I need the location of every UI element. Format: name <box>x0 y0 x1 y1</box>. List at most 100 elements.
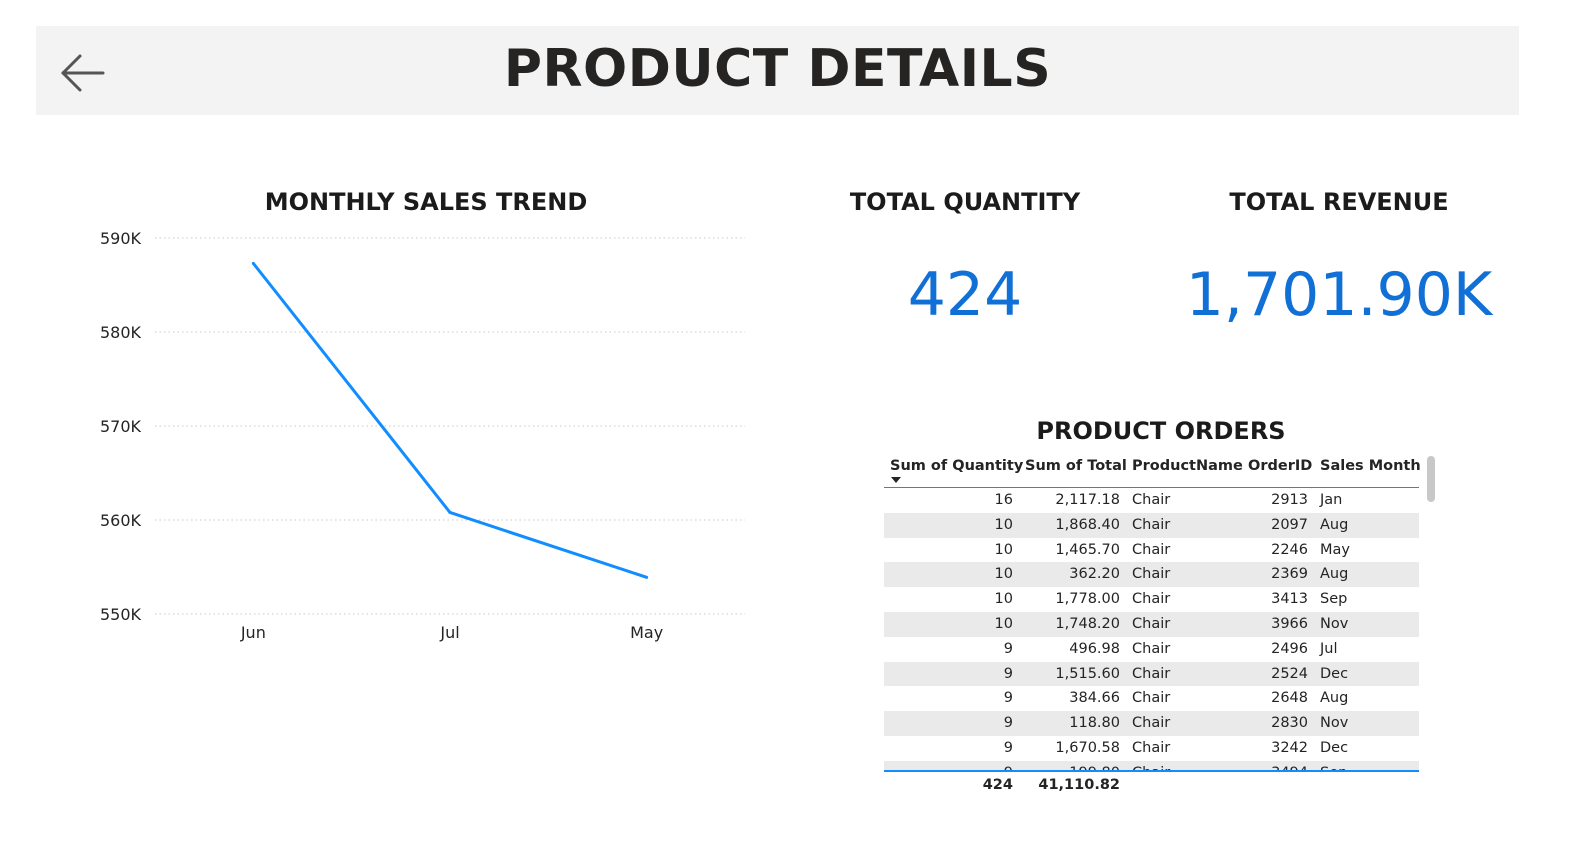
y-tick-label: 590K <box>100 229 142 248</box>
cell-total: 1,868.40 <box>1055 516 1120 533</box>
cell-total: 496.98 <box>1069 640 1120 657</box>
cell-total: 1,748.20 <box>1055 615 1120 632</box>
total-quantity-value: 424 <box>907 260 1023 330</box>
data-point[interactable] <box>645 575 649 579</box>
cell-sales-month: Aug <box>1320 516 1349 533</box>
table-row[interactable]: 9 1,670.58 Chair 3242 Dec <box>884 736 1419 761</box>
table-scrollbar[interactable] <box>1427 456 1435 502</box>
cell-product-name: Chair <box>1132 665 1171 682</box>
monthly-sales-trend-chart[interactable]: 550K 560K 570K 580K 590K Jun Jul May <box>80 222 760 652</box>
cell-sales-month: May <box>1320 541 1350 558</box>
cell-product-name: Chair <box>1132 640 1171 657</box>
cell-quantity: 10 <box>994 541 1013 558</box>
data-point[interactable] <box>251 261 255 265</box>
table-row[interactable]: 9 496.98 Chair 2496 Jul <box>884 637 1419 662</box>
product-orders-table[interactable]: Sum of Quantity Sum of Total ProductName… <box>884 452 1421 797</box>
cell-sales-month: Dec <box>1320 739 1349 756</box>
cell-order-id: 3966 <box>1271 615 1308 632</box>
cell-product-name: Chair <box>1132 690 1171 707</box>
table-totals-row: 424 41,110.82 <box>884 773 1419 797</box>
total-quantity-title: TOTAL QUANTITY <box>849 188 1081 216</box>
page-header: PRODUCT DETAILS <box>36 26 1519 115</box>
total-revenue-title: TOTAL REVENUE <box>1229 188 1449 216</box>
table-row[interactable]: 10 362.20 Chair 2369 Aug <box>884 562 1419 588</box>
page-title: PRODUCT DETAILS <box>503 39 1052 99</box>
totals-divider <box>884 770 1419 772</box>
cell-total: 118.80 <box>1069 715 1120 732</box>
cell-order-id: 2648 <box>1271 690 1308 707</box>
data-point[interactable] <box>448 510 452 514</box>
cell-total: 1,670.58 <box>1055 739 1120 756</box>
cell-quantity: 9 <box>1003 715 1013 732</box>
cell-quantity: 10 <box>994 615 1013 632</box>
cell-order-id: 2524 <box>1271 665 1308 682</box>
cell-order-id: 2830 <box>1271 715 1308 732</box>
cell-order-id: 2496 <box>1271 640 1308 657</box>
cell-order-id: 3413 <box>1271 591 1308 608</box>
sort-descending-icon <box>891 477 901 483</box>
total-sum-cell: 41,110.82 <box>1038 777 1120 793</box>
cell-total: 1,515.60 <box>1055 665 1120 682</box>
column-header-product-name[interactable]: ProductName <box>1132 458 1243 474</box>
x-tick-label: Jul <box>439 623 459 642</box>
table-row[interactable]: 9 1,515.60 Chair 2524 Dec <box>884 661 1419 687</box>
cell-sales-month: Dec <box>1320 665 1349 682</box>
cell-total: 384.66 <box>1069 690 1120 707</box>
column-header-sales-month[interactable]: Sales Month <box>1320 458 1421 474</box>
cell-sales-month: Aug <box>1320 690 1349 707</box>
cell-product-name: Chair <box>1132 591 1171 608</box>
product-orders-title: PRODUCT ORDERS <box>1036 417 1286 445</box>
cell-order-id: 2097 <box>1271 516 1308 533</box>
cell-quantity: 10 <box>994 566 1013 583</box>
cell-sales-month: Jan <box>1320 492 1343 508</box>
table-row[interactable]: 9 384.66 Chair 2648 Aug <box>884 686 1419 711</box>
y-tick-label: 580K <box>100 323 142 342</box>
cell-order-id: 2913 <box>1271 492 1308 508</box>
cell-quantity: 9 <box>1003 739 1013 756</box>
cell-quantity: 9 <box>1003 665 1013 682</box>
table-row[interactable]: 10 1,868.40 Chair 2097 Aug <box>884 512 1419 538</box>
table-row[interactable]: 9 118.80 Chair 2830 Nov <box>884 711 1419 736</box>
cell-sales-month: Sep <box>1320 591 1348 608</box>
cell-quantity: 9 <box>1003 640 1013 657</box>
total-revenue-value: 1,701.90K <box>1185 260 1493 330</box>
cell-total: 2,117.18 <box>1055 492 1120 508</box>
cell-product-name: Chair <box>1132 566 1171 583</box>
y-tick-label: 570K <box>100 417 142 436</box>
cell-sales-month: Nov <box>1320 615 1349 632</box>
cell-sales-month: Jul <box>1320 640 1338 657</box>
x-tick-label: Jun <box>240 623 266 642</box>
cell-total: 362.20 <box>1069 566 1120 583</box>
y-tick-label: 560K <box>100 511 142 530</box>
cell-order-id: 2246 <box>1271 541 1308 558</box>
sales-trend-line[interactable] <box>252 262 648 579</box>
table-header: Sum of Quantity Sum of Total ProductName… <box>884 452 1421 488</box>
y-tick-label: 550K <box>100 605 142 624</box>
cell-order-id: 3242 <box>1271 739 1308 756</box>
cell-product-name: Chair <box>1132 492 1171 508</box>
cell-product-name: Chair <box>1132 541 1171 558</box>
cell-total: 1,465.70 <box>1055 541 1120 558</box>
cell-quantity: 10 <box>994 516 1013 533</box>
column-header-order-id[interactable]: OrderID <box>1248 458 1312 474</box>
cell-product-name: Chair <box>1132 615 1171 632</box>
cell-quantity: 16 <box>994 492 1013 508</box>
cell-total: 1,778.00 <box>1055 591 1120 608</box>
trend-chart-title: MONTHLY SALES TREND <box>264 188 588 216</box>
cell-sales-month: Nov <box>1320 715 1349 732</box>
table-row[interactable]: 10 1,778.00 Chair 3413 Sep <box>884 587 1419 612</box>
cell-quantity: 10 <box>994 591 1013 608</box>
cell-product-name: Chair <box>1132 739 1171 756</box>
cell-sales-month: Aug <box>1320 566 1349 583</box>
total-quantity-cell: 424 <box>982 777 1013 793</box>
x-tick-label: May <box>630 623 663 642</box>
table-row[interactable]: 10 1,748.20 Chair 3966 Nov <box>884 611 1419 637</box>
cell-product-name: Chair <box>1132 516 1171 533</box>
table-body: 16 2,117.18 Chair 2913 Jan 10 1,868.40 Chair 209… <box>884 488 1419 772</box>
table-row[interactable]: 16 2,117.18 Chair 2913 Jan <box>884 488 1419 513</box>
cell-order-id: 2369 <box>1271 566 1308 583</box>
column-header-sum-of-quantity[interactable]: Sum of Quantity <box>890 458 1023 474</box>
column-header-sum-of-total[interactable]: Sum of Total <box>1025 458 1127 474</box>
cell-quantity: 9 <box>1003 690 1013 707</box>
table-row[interactable]: 10 1,465.70 Chair 2246 May <box>884 538 1419 563</box>
